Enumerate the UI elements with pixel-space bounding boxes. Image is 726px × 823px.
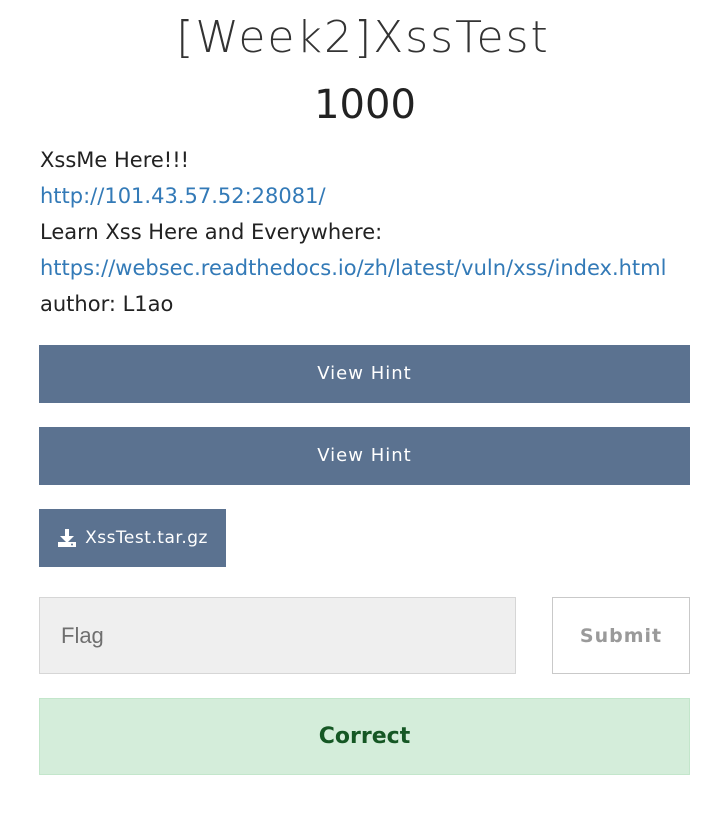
challenge-modal: [Week2]XssTest 1000 XssMe Here!!! http:/… bbox=[0, 0, 726, 823]
download-file-button[interactable]: XssTest.tar.gz bbox=[39, 509, 226, 567]
author-line: author: L1ao bbox=[40, 292, 174, 316]
challenge-title: [Week2]XssTest bbox=[176, 12, 550, 63]
challenge-link[interactable]: http://101.43.57.52:28081/ bbox=[40, 178, 700, 214]
view-hint-button-2[interactable]: View Hint bbox=[39, 427, 690, 485]
submit-button[interactable]: Submit bbox=[552, 597, 690, 674]
description-line-1: XssMe Here!!! bbox=[40, 148, 190, 172]
view-hint-button-1[interactable]: View Hint bbox=[39, 345, 690, 403]
description-line-2: Learn Xss Here and Everywhere: bbox=[40, 220, 383, 244]
flag-input[interactable] bbox=[39, 597, 516, 674]
challenge-description: XssMe Here!!! http://101.43.57.52:28081/… bbox=[40, 142, 700, 322]
download-icon bbox=[58, 529, 77, 547]
file-name: XssTest.tar.gz bbox=[85, 528, 208, 548]
challenge-points: 1000 bbox=[314, 82, 416, 128]
result-alert: Correct bbox=[39, 698, 690, 775]
reference-link[interactable]: https://websec.readthedocs.io/zh/latest/… bbox=[40, 250, 700, 286]
